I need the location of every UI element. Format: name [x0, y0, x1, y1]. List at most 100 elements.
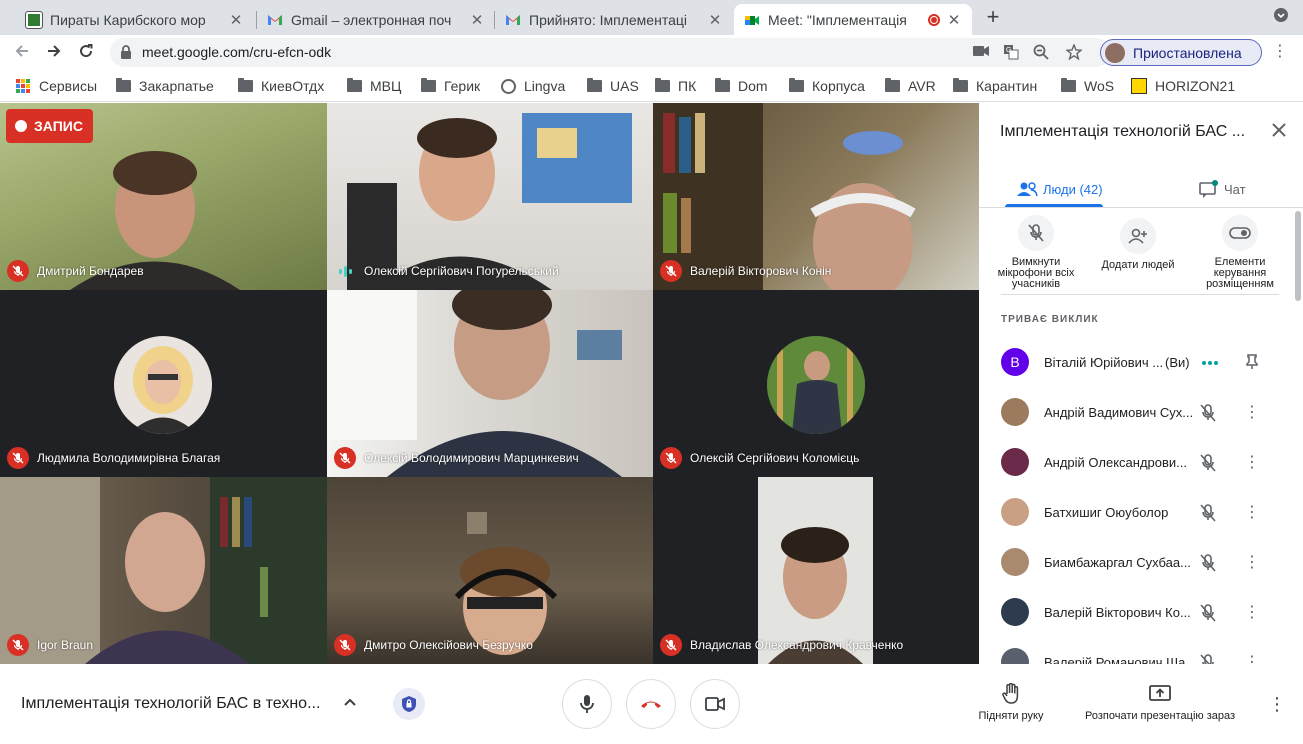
camera-permission-icon[interactable] [972, 44, 990, 62]
bookmark-folder[interactable]: Карантин [953, 77, 1037, 95]
participant-row[interactable]: Андрій Вадимович Сух... ⋮ [979, 388, 1303, 438]
bookmark-folder[interactable]: МВЦ [347, 77, 401, 95]
bookmark-folder[interactable]: AVR [885, 77, 936, 95]
video-tile[interactable]: Олексій Володимирович Марцинкевич [327, 290, 653, 477]
more-dots-icon[interactable] [1201, 354, 1219, 372]
video-tile[interactable]: Олексій Сергійович Коломієць [653, 290, 979, 477]
microphone-button[interactable] [562, 679, 612, 729]
host-controls-shield-button[interactable] [393, 688, 425, 720]
tab-close-icon[interactable]: ✕ [469, 11, 485, 29]
tab-title: Прийнято: Імплементаці [529, 11, 687, 28]
browser-tab-active[interactable]: Meet: "Імплементація ✕ [734, 4, 972, 35]
video-tile[interactable]: Людмила Володимирівна Благая [0, 290, 327, 477]
bookmark-folder[interactable]: Dom [715, 77, 768, 95]
participant-row[interactable]: В Віталій Юрійович ... (Ви) [979, 338, 1303, 388]
video-tile[interactable]: Igor Braun [0, 477, 327, 664]
tab-search-icon[interactable] [1272, 8, 1290, 26]
participant-row[interactable]: Батхишиг Оюуболор ⋮ [979, 488, 1303, 538]
tab-people-label: Люди (42) [1043, 181, 1103, 197]
more-options-icon[interactable]: ⋮ [1244, 504, 1260, 522]
reload-button[interactable] [73, 40, 99, 66]
tab-close-icon[interactable]: ✕ [707, 11, 723, 29]
profile-button[interactable]: Приостановлена [1100, 39, 1262, 66]
lock-icon [120, 45, 132, 62]
new-tab-button[interactable]: + [982, 6, 1004, 28]
participant-avatar [1001, 448, 1029, 476]
browser-menu-icon[interactable]: ⋮ [1272, 44, 1288, 60]
participant-row[interactable]: Валерій Романович Ша... ⋮ [979, 638, 1303, 664]
mute-all-button[interactable]: Вимкнути мікрофони всіх учасників [993, 215, 1079, 290]
more-options-icon[interactable]: ⋮ [1268, 694, 1286, 714]
bookmark-folder[interactable]: Герик [421, 77, 480, 95]
browser-tab[interactable]: Gmail – электронная поч ✕ [257, 4, 495, 35]
profile-avatar [1105, 42, 1125, 63]
meeting-title[interactable]: Імплементація технологій БАС в техно... [21, 695, 320, 713]
bookmark-folder[interactable]: WoS [1061, 77, 1114, 95]
site-favicon-icon [26, 11, 42, 28]
add-people-button[interactable]: Додати людей [1095, 218, 1181, 271]
tab-close-icon[interactable]: ✕ [228, 11, 244, 29]
bookmark-item[interactable]: Сервисы [16, 77, 97, 95]
back-button[interactable] [9, 40, 35, 66]
participant-name: Людмила Володимирівна Благая [37, 451, 221, 465]
folder-icon [116, 78, 131, 92]
participant-avatar [1001, 398, 1029, 426]
bookmark-folder[interactable]: Корпуса [789, 77, 865, 95]
browser-tab-strip: Пираты Карибского мор ✕ Gmail – электрон… [0, 0, 1303, 35]
browser-tab[interactable]: Пираты Карибского мор ✕ [16, 4, 254, 35]
mic-off-icon [1200, 454, 1218, 472]
panel-scrollbar[interactable] [1295, 211, 1301, 301]
tab-people[interactable]: Люди (42) [1016, 171, 1103, 207]
participant-row[interactable]: Валерій Вікторович Ко... ⋮ [979, 588, 1303, 638]
mic-off-icon [1200, 404, 1218, 422]
mic-off-icon [7, 447, 29, 469]
mic-off-icon [1018, 215, 1054, 251]
url-text: meet.google.com/cru-efcn-odk [142, 44, 332, 60]
tile-namebar: Олексій Сергійович Коломієць [660, 447, 859, 469]
close-panel-button[interactable] [1269, 121, 1289, 141]
bookmark-item[interactable]: Lingva [501, 77, 565, 95]
more-options-icon[interactable]: ⋮ [1244, 404, 1260, 422]
more-options-icon[interactable]: ⋮ [1244, 654, 1260, 664]
browser-tab[interactable]: Прийнято: Імплементаці ✕ [495, 4, 733, 35]
tab-chat-label: Чат [1224, 181, 1246, 197]
address-bar[interactable]: meet.google.com/cru-efcn-odk G [110, 38, 1110, 67]
camera-button[interactable] [690, 679, 740, 729]
bookmark-label: UAS [610, 78, 639, 94]
pin-icon[interactable] [1244, 354, 1260, 372]
participant-avatar [1001, 548, 1029, 576]
video-tile[interactable]: Владислав Олександрович Кравченко [653, 477, 979, 664]
bookmark-star-icon[interactable] [1065, 43, 1083, 62]
more-options-icon[interactable]: ⋮ [1244, 454, 1260, 472]
tab-chat[interactable]: Чат [1199, 171, 1246, 207]
leave-call-button[interactable] [626, 679, 676, 729]
you-label: (Ви) [1165, 355, 1190, 370]
bookmark-folder[interactable]: UAS [587, 77, 639, 95]
video-tile[interactable]: Валерій Вікторович Конін [653, 103, 979, 290]
folder-icon [885, 78, 900, 92]
tab-title: Meet: "Імплементація [768, 11, 907, 28]
video-tile[interactable]: Дмитро Олексійович Безручко [327, 477, 653, 664]
participant-row[interactable]: Биамбажаргал Сухбаа... ⋮ [979, 538, 1303, 588]
forward-button[interactable] [41, 40, 67, 66]
bookmark-folder[interactable]: ПК [655, 77, 696, 95]
translate-icon[interactable]: G [1002, 44, 1020, 62]
bookmark-folder[interactable]: Закарпатье [116, 77, 214, 95]
chevron-up-icon[interactable] [342, 694, 360, 712]
bookmark-item[interactable]: HORIZON21 [1131, 77, 1235, 95]
raise-hand-button[interactable]: Підняти руку [972, 682, 1050, 722]
present-now-button[interactable]: Розпочати презентацію зараз [1075, 682, 1245, 722]
participant-row[interactable]: Андрій Олександрови... ⋮ [979, 438, 1303, 488]
more-options-icon[interactable]: ⋮ [1244, 554, 1260, 572]
host-controls-button[interactable]: Елементи керування розміщенням [1197, 215, 1283, 290]
add-person-icon [1120, 218, 1156, 254]
video-tile[interactable]: Олексій Сергійович Погурельський [327, 103, 653, 290]
tab-close-icon[interactable]: ✕ [946, 11, 962, 29]
camera-icon [705, 697, 725, 711]
more-options-icon[interactable]: ⋮ [1244, 604, 1260, 622]
tile-namebar: Igor Braun [7, 634, 93, 656]
zoom-icon[interactable] [1032, 44, 1050, 62]
recording-label: ЗАПИС [34, 118, 83, 134]
bookmark-folder[interactable]: КиевОтдх [238, 77, 324, 95]
browser-toolbar: meet.google.com/cru-efcn-odk G Приостано… [0, 35, 1303, 70]
